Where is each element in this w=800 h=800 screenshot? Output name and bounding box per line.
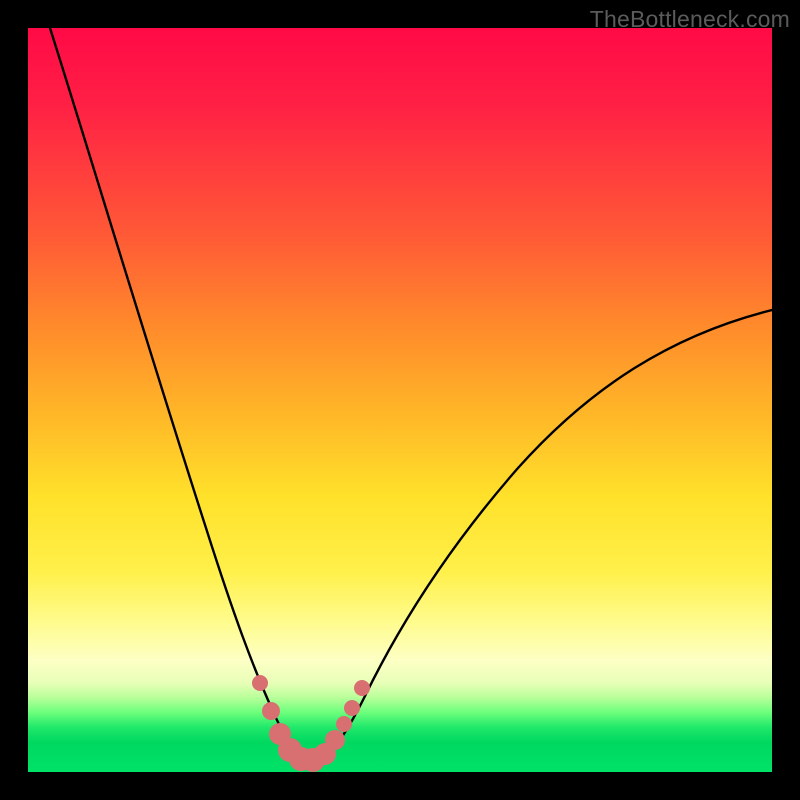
bottleneck-curve [50,28,772,761]
curve-layer [28,28,772,772]
plot-area [28,28,772,772]
salmon-marker-cluster [252,675,370,772]
watermark-text: TheBottleneck.com [590,6,790,33]
outer-black-frame: TheBottleneck.com [0,0,800,800]
